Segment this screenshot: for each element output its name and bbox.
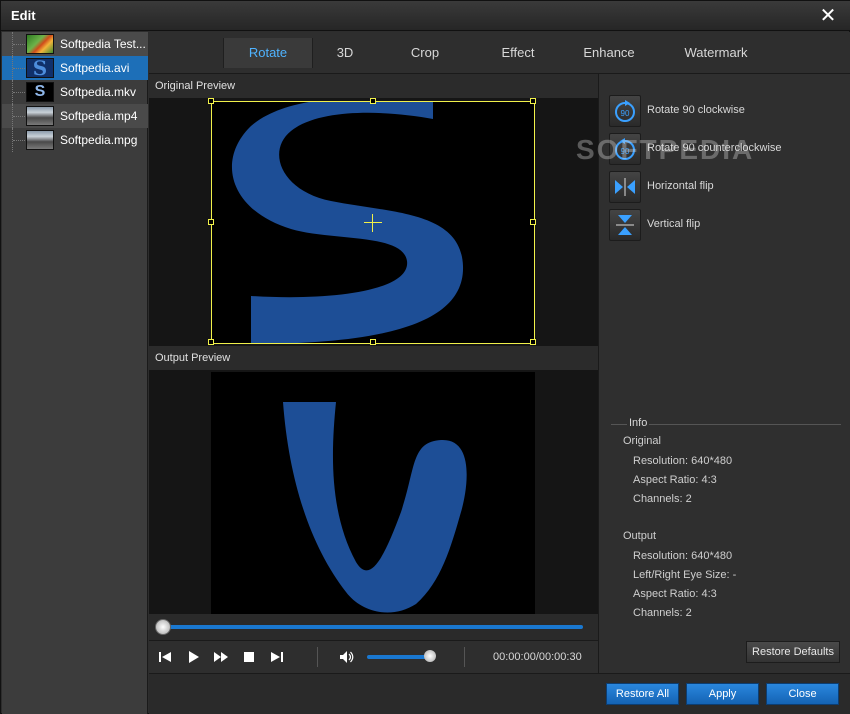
rotate-cw-label: Rotate 90 clockwise [647,104,745,116]
rotate-cw-icon: 90 [615,100,635,122]
crop-handle[interactable] [208,98,214,104]
flip-vertical-icon-button[interactable] [609,209,641,241]
tab-3d[interactable]: 3D [317,38,373,68]
crosshair-icon[interactable] [364,214,382,232]
crop-handle[interactable] [208,339,214,345]
s-logo-output [283,402,467,613]
flip-horizontal-icon [615,178,635,196]
file-thumbnail: S [26,82,54,102]
file-item[interactable]: S Softpedia.avi [2,56,148,80]
flip-horizontal-button[interactable]: Horizontal flip [609,171,849,203]
stop-icon[interactable] [241,649,257,665]
flip-vertical-button[interactable]: Vertical flip [609,209,849,241]
flip-horizontal-icon-button[interactable] [609,171,641,203]
output-preview-pane [149,370,598,614]
tab-watermark[interactable]: Watermark [671,38,761,68]
file-item[interactable]: S Softpedia.mkv [2,80,148,104]
title-bar: Edit ✕ [1,1,850,31]
apply-button[interactable]: Apply [686,683,759,705]
crop-handle[interactable] [530,219,536,225]
output-video-frame [211,372,535,614]
tab-effect[interactable]: Effect [483,38,553,68]
crop-handle[interactable] [370,339,376,345]
file-list: Softpedia Test... S Softpedia.avi S Soft… [2,32,148,714]
file-thumbnail: S [26,58,54,78]
window-title: Edit [11,8,36,23]
footer-bar: Restore All Apply Close [149,673,850,714]
output-resolution: Resolution: 640*480 [633,550,733,562]
tree-connector [12,32,26,56]
file-name: Softpedia.mpg [60,133,138,147]
tab-rotate[interactable]: Rotate [223,38,313,68]
close-button[interactable]: Close [766,683,839,705]
file-name: Softpedia.avi [60,61,130,75]
crop-box[interactable] [208,98,536,345]
divider [464,647,465,667]
flip-vertical-icon [616,215,634,235]
file-thumbnail [26,106,54,126]
rotate-cw-icon-button[interactable]: 90 [609,95,641,127]
divider [317,647,318,667]
crop-handle[interactable] [370,98,376,104]
original-preview-pane [149,98,598,346]
restore-all-button[interactable]: Restore All [606,683,679,705]
softpedia-watermark: SOFTPEDIA [576,134,755,165]
crop-handle[interactable] [208,219,214,225]
flip-horizontal-label: Horizontal flip [647,180,714,192]
original-heading: Original [623,435,661,447]
tree-connector [12,104,26,128]
crop-handle[interactable] [530,98,536,104]
file-item[interactable]: Softpedia Test... [2,32,148,56]
original-channels: Channels: 2 [633,493,692,505]
seek-bar[interactable] [149,614,598,640]
volume-knob[interactable] [423,650,436,662]
timecode: 00:00:00/00:00:30 [493,651,582,663]
tab-enhance[interactable]: Enhance [569,38,649,68]
seek-track[interactable] [163,625,583,629]
seek-knob[interactable] [155,619,171,635]
file-name: Softpedia.mkv [60,85,137,99]
rotate-cw-button[interactable]: 90 Rotate 90 clockwise [609,95,849,127]
output-channels: Channels: 2 [633,607,692,619]
file-item[interactable]: Softpedia.mp4 [2,104,148,128]
output-aspect-ratio: Aspect Ratio: 4:3 [633,588,717,600]
file-item[interactable]: Softpedia.mpg [2,128,148,152]
output-preview-label: Output Preview [149,346,598,370]
flip-vertical-label: Vertical flip [647,218,701,230]
output-heading: Output [623,530,657,542]
tree-connector [12,128,26,152]
close-icon[interactable]: ✕ [817,5,839,27]
svg-text:90: 90 [621,109,630,118]
player-controls: 00:00:00/00:00:30 [149,640,598,673]
output-eye-size: Left/Right Eye Size: - [633,569,737,581]
file-name: Softpedia.mp4 [60,109,138,123]
info-title: Info [627,417,650,429]
file-thumbnail [26,34,54,54]
original-aspect-ratio: Aspect Ratio: 4:3 [633,474,717,486]
volume-icon[interactable] [339,649,355,665]
crop-handle[interactable] [530,339,536,345]
tab-bar: Rotate 3D Crop Effect Enhance Watermark [149,32,850,74]
file-name: Softpedia Test... [60,37,146,51]
skip-back-icon[interactable] [157,649,173,665]
tab-crop[interactable]: Crop [395,38,455,68]
file-thumbnail [26,130,54,150]
skip-forward-icon[interactable] [269,649,285,665]
tree-connector [12,80,26,104]
tree-connector [12,56,26,80]
preview-area: Original Preview Output Preview [149,74,598,614]
original-resolution: Resolution: 640*480 [633,455,733,467]
fast-forward-icon[interactable] [213,649,229,665]
restore-defaults-button[interactable]: Restore Defaults [746,641,840,663]
original-preview-label: Original Preview [149,74,598,98]
edit-window: Edit ✕ Softpedia Test... S Softpedia.avi… [0,0,850,714]
play-icon[interactable] [185,649,201,665]
